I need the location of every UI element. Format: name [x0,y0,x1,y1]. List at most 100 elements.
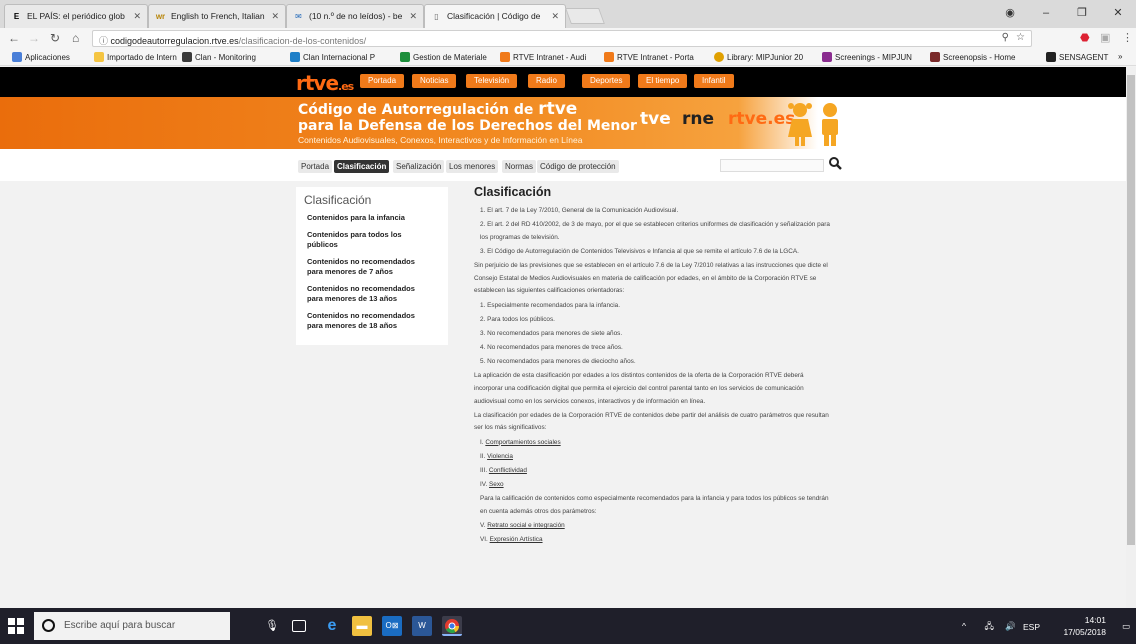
close-icon[interactable]: ✕ [551,11,559,22]
rtve-logo[interactable]: rtve.es [296,71,354,95]
link-expresion-artistica[interactable]: Expresión Artística [490,536,543,543]
link-retrato-social[interactable]: Retrato social e integración [487,522,564,529]
nav-deportes[interactable]: Deportes [582,74,631,88]
notifications-icon[interactable]: ▭ [1122,621,1130,632]
bookmark-item[interactable]: Gestion de Materiale [400,52,487,62]
bookmark-item[interactable]: Importado de Intern [94,52,177,62]
nav-portada[interactable]: Portada [360,74,405,88]
chrome-icon[interactable] [442,616,462,636]
tab-title: EL PAÍS: el periódico glob [27,11,125,21]
param-number: V. [480,522,486,530]
bookmark-item[interactable]: RTVE Intranet - Porta [604,52,694,62]
url-input[interactable]: ⓘ codigodeautorregulacion.rtve.es/clasif… [92,30,1032,47]
subnav-senalizacion[interactable]: Señalización [393,160,445,173]
bookmark-item[interactable]: Screenings - MIPJUN [822,52,912,62]
clock-date: 17/05/2018 [1063,627,1106,637]
bookmark-star-icon[interactable]: ☆ [1016,32,1025,43]
bookmark-item[interactable]: Clan - Monitoring [182,52,256,62]
back-icon[interactable]: ← [8,31,20,45]
bookmarks-bar: Aplicaciones Importado de Intern Clan - … [0,49,1136,66]
bookmark-item[interactable]: Screenopsis - Home [930,52,1015,62]
tab-clasificacion[interactable]: ▯ Clasificación | Código de ✕ [424,4,566,28]
nav-el-tiempo[interactable]: El tiempo [638,74,688,88]
volume-icon[interactable]: 🔊 [1005,621,1016,632]
parameter-item: VI. Expresión Artística [474,534,834,547]
wordreference-icon: wr [155,12,166,21]
task-view-icon[interactable] [292,620,306,632]
bookmark-label: RTVE Intranet - Porta [617,53,694,62]
microphone-icon[interactable]: 🎙 [262,616,282,636]
network-icon[interactable]: 🖧 [985,621,994,635]
adblock-icon[interactable]: ⬣ [1080,31,1090,44]
windows-start-icon[interactable] [8,618,24,634]
banner-line2: para la Defensa de los Derechos del Meno… [298,118,637,134]
subnav-clasificacion[interactable]: Clasificación [334,160,390,173]
close-icon[interactable]: ✕ [133,11,141,22]
link-sexo[interactable]: Sexo [489,481,504,488]
bookmark-item[interactable]: RTVE Intranet - Audi [500,52,586,62]
subnav-portada[interactable]: Portada [298,160,333,173]
close-icon[interactable]: ✕ [271,11,279,22]
profile-icon[interactable]: ◉ [992,0,1028,28]
sidebar-item-todos-publicos[interactable]: Contenidos para todos los públicos [296,230,426,250]
screenings-icon [822,52,832,62]
address-bar: ← → ↻ ⌂ ⓘ codigodeautorregulacion.rtve.e… [0,28,1136,49]
close-window-icon[interactable]: ✕ [1100,0,1136,28]
menu-icon[interactable]: ⋮ [1122,31,1133,44]
sidebar-item-menores-18[interactable]: Contenidos no recomendados para menores … [296,311,426,331]
nav-radio[interactable]: Radio [528,74,565,88]
edge-icon[interactable]: e [322,616,342,636]
subnav-los-menores[interactable]: Los menores [446,160,499,173]
subnav-codigo-proteccion[interactable]: Código de protección [537,160,619,173]
bookmark-item[interactable]: Clan Internacional P [290,52,375,62]
reload-icon[interactable]: ↻ [50,31,60,45]
home-icon[interactable]: ⌂ [72,31,79,45]
maximize-icon[interactable]: ❐ [1064,0,1100,28]
link-violencia[interactable]: Violencia [487,453,513,460]
new-tab-button[interactable] [565,8,605,24]
list-item: 2. Para todos los públicos. [480,315,555,323]
nav-infantil[interactable]: Infantil [694,74,734,88]
bookmarks-overflow[interactable]: » [1118,52,1122,61]
zoom-icon[interactable]: ⚲ [1002,32,1009,43]
taskbar-search-input[interactable]: Escribe aquí para buscar [34,612,230,640]
paragraph: La clasificación por edades de la Corpor… [474,411,829,432]
sidebar-item-infancia[interactable]: Contenidos para la infancia [296,213,426,223]
sensagent-icon [1046,52,1056,62]
rtve-icon [500,52,510,62]
info-icon[interactable]: ⓘ [99,36,111,46]
clock[interactable]: 14:01 17/05/2018 [1063,614,1106,638]
elpais-icon: E [13,12,20,21]
tab-mail[interactable]: ✉ (10 n.º de no leídos) - be ✕ [286,4,424,28]
page-title: Clasificación [474,185,552,199]
subnav-normas[interactable]: Normas [502,160,537,173]
rtve-icon [604,52,614,62]
search-icon[interactable] [828,156,842,170]
link-comportamientos-sociales[interactable]: Comportamientos sociales [485,439,560,446]
tab-wordreference[interactable]: wr English to French, Italian ✕ [148,4,286,28]
link-conflictividad[interactable]: Conflictividad [489,467,527,474]
forward-icon[interactable]: → [28,31,40,45]
scrollbar-thumb[interactable] [1127,75,1135,545]
nav-television[interactable]: Televisión [466,74,518,88]
extension-icon[interactable]: ▣ [1100,31,1110,44]
sidebar-item-menores-7[interactable]: Contenidos no recomendados para menores … [296,257,426,277]
nav-noticias[interactable]: Noticias [412,74,457,88]
minimize-icon[interactable]: – [1028,0,1064,28]
paragraph: Para la calificación de contenidos como … [480,495,829,515]
outlook-icon[interactable]: O⊠ [382,616,402,636]
close-icon[interactable]: ✕ [409,11,417,22]
bookmark-apps[interactable]: Aplicaciones [12,52,70,62]
language-indicator[interactable]: ESP [1023,622,1040,632]
tab-elpais[interactable]: E EL PAÍS: el periódico glob ✕ [4,4,148,28]
word-icon[interactable]: W [412,616,432,636]
sidebar-item-menores-13[interactable]: Contenidos no recomendados para menores … [296,284,426,304]
bookmark-item[interactable]: SENSAGENT [1046,52,1108,62]
logo-suffix: .es [338,80,354,93]
bookmark-label: Clan Internacional P [303,53,376,62]
tray-up-icon[interactable]: ^ [962,621,966,631]
site-search-input[interactable] [720,159,824,172]
file-explorer-icon[interactable]: ▬ [352,616,372,636]
paragraph: 3. El Código de Autorregulación de Conte… [480,247,799,255]
bookmark-item[interactable]: Library: MIPJunior 20 [714,52,803,62]
